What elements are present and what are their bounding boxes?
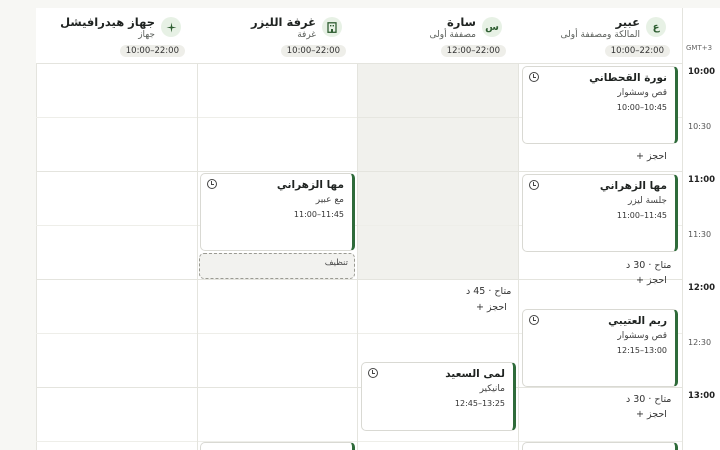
- book-label: احجز: [647, 409, 667, 420]
- time-label: 12:00: [688, 283, 716, 293]
- appointment-card[interactable]: [200, 442, 355, 450]
- appointment-card[interactable]: [522, 442, 678, 450]
- grid-line: [36, 387, 682, 388]
- column-header-hydrafacial[interactable]: جهاز هيدرافيشل جهاز 10:00–22:00: [37, 8, 197, 64]
- column-divider: [518, 8, 519, 450]
- staff-name: سارة: [446, 15, 476, 29]
- plus-icon: +: [636, 409, 644, 420]
- appointment-service: مع عبير: [315, 195, 344, 205]
- appointment-client: مها الزهراني: [276, 179, 344, 191]
- time-label: 11:00: [688, 175, 716, 185]
- available-slot-label: متاح · 30 د: [626, 394, 672, 405]
- appointment-service: مانيكير: [479, 384, 505, 394]
- book-slot-button[interactable]: احجز +: [636, 409, 667, 420]
- time-label: 13:00: [688, 391, 716, 401]
- building-icon: [322, 17, 342, 37]
- plus-icon: +: [636, 275, 644, 286]
- appointment-card[interactable]: ريم العتيبي قص وسشوار 12:15–13:00: [522, 309, 678, 387]
- cleanup-label: تنظيف: [324, 258, 348, 268]
- appointment-card[interactable]: مها الزهراني جلسة ليزر 11:00–11:45: [522, 174, 678, 252]
- avatar: ع: [646, 17, 666, 37]
- plus-icon: +: [476, 302, 484, 313]
- sparkle-icon: [161, 17, 181, 37]
- book-label: احجز: [647, 151, 667, 162]
- appointment-client: نورة القحطاني: [589, 72, 667, 84]
- device-name: جهاز هيدرافيشل: [60, 15, 155, 29]
- book-label: احجز: [487, 302, 507, 313]
- appointment-time: 12:45–13:25: [454, 399, 505, 408]
- plus-icon: +: [636, 151, 644, 162]
- appointment-service: قص وسشوار: [617, 88, 667, 98]
- clock-icon: [368, 368, 378, 378]
- staff-role: المالكة ومصففة أولى: [560, 30, 640, 40]
- cleanup-block[interactable]: تنظيف: [199, 253, 355, 279]
- working-hours-badge: 10:00–22:00: [604, 45, 670, 57]
- grid-line: [36, 171, 682, 172]
- working-hours-badge: 10:00–22:00: [119, 45, 185, 57]
- appointment-client: لمى السعيد: [445, 368, 505, 380]
- appointment-card[interactable]: نورة القحطاني قص وسشوار 10:00–10:45: [522, 66, 678, 144]
- book-label: احجز: [647, 275, 667, 286]
- appointment-time: 10:00–10:45: [616, 103, 667, 112]
- staff-role: مصففة أولى: [429, 30, 476, 40]
- time-label: 11:30: [688, 230, 712, 239]
- available-slot-label: متاح · 45 د: [466, 286, 512, 297]
- grid-line: [36, 279, 682, 280]
- staff-name: عبير: [615, 15, 640, 29]
- appointment-service: جلسة ليزر: [627, 196, 667, 206]
- room-name: غرفة الليزر: [251, 15, 316, 29]
- column-divider: [197, 8, 198, 450]
- appointment-time: 11:00–11:45: [616, 211, 667, 220]
- appointment-client: مها الزهراني: [599, 180, 667, 192]
- appointment-client: ريم العتيبي: [608, 315, 667, 327]
- time-label: 10:00: [688, 67, 716, 77]
- device-type: جهاز: [138, 30, 155, 40]
- working-hours-badge: 12:00–22:00: [440, 45, 506, 57]
- clock-icon: [529, 180, 539, 190]
- appointment-time: 12:15–13:00: [616, 346, 667, 355]
- working-hours-badge: 10:00–22:00: [280, 45, 346, 57]
- book-slot-button[interactable]: احجز +: [636, 151, 667, 162]
- room-type: غرفة: [297, 30, 316, 40]
- column-header-abeer[interactable]: ع عبير المالكة ومصففة أولى 10:00–22:00: [518, 8, 682, 64]
- appointment-card[interactable]: مها الزهراني مع عبير 11:00–11:45: [200, 173, 355, 251]
- time-label: 10:30: [688, 122, 712, 131]
- clock-icon: [529, 315, 539, 325]
- column-divider: [357, 8, 358, 450]
- timezone-label: GMT+3: [686, 44, 713, 52]
- appointment-service: قص وسشوار: [617, 331, 667, 341]
- avatar: س: [482, 17, 502, 37]
- column-header-sara[interactable]: س سارة مصففة أولى 12:00–22:00: [358, 8, 518, 64]
- grid-line: [358, 117, 518, 118]
- available-slot-label: متاح · 30 د: [626, 260, 672, 271]
- appointment-card[interactable]: لمى السعيد مانيكير 12:45–13:25: [361, 362, 516, 431]
- book-slot-button[interactable]: احجز +: [476, 302, 507, 313]
- book-slot-button[interactable]: احجز +: [636, 275, 667, 286]
- appointment-time: 11:00–11:45: [293, 210, 344, 219]
- clock-icon: [529, 72, 539, 82]
- time-label: 12:30: [688, 338, 712, 347]
- clock-icon: [207, 179, 217, 189]
- column-header-laser-room[interactable]: غرفة الليزر غرفة 10:00–22:00: [198, 8, 358, 64]
